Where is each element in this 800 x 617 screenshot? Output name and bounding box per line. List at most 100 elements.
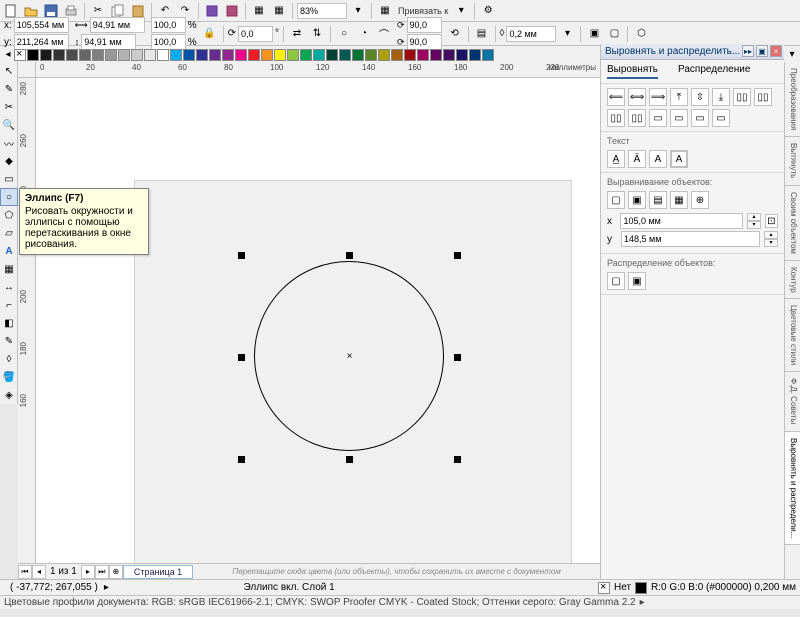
docker-tab[interactable]: Выровнять и распредели... [785, 432, 800, 545]
last-page-button[interactable]: ⏭ [95, 565, 109, 579]
color-swatch[interactable] [92, 49, 104, 61]
selection-handle-bl[interactable] [238, 456, 245, 463]
x-input[interactable] [14, 17, 69, 33]
outline-dropdown-icon[interactable]: ▾ [558, 25, 576, 43]
polygon-tool-icon[interactable]: ⬠ [0, 206, 18, 224]
align-y-input[interactable] [621, 231, 760, 247]
direction-icon[interactable]: ⟲ [446, 25, 464, 43]
snap-dropdown-icon[interactable]: ▾ [452, 2, 470, 20]
mirror-h-icon[interactable]: ⇄ [288, 25, 306, 43]
table-tool-icon[interactable]: ▦ [0, 260, 18, 278]
mirror-v-icon[interactable]: ⇅ [308, 25, 326, 43]
selection-handle-tc[interactable] [346, 252, 353, 259]
color-swatch[interactable] [313, 49, 325, 61]
text-top-button[interactable]: Ā [628, 150, 646, 168]
color-swatch[interactable] [456, 49, 468, 61]
align-to-grid-button[interactable]: ▦ [670, 191, 688, 209]
shape-tool-icon[interactable]: ✎ [0, 80, 18, 98]
align-bottom-button[interactable]: ⤓ [712, 88, 730, 106]
selection-center-icon[interactable]: × [345, 352, 354, 361]
to-front-icon[interactable]: ▣ [585, 25, 603, 43]
color-swatch[interactable] [131, 49, 143, 61]
dist-center-button[interactable]: ▯▯ [754, 88, 772, 106]
color-swatch[interactable] [183, 49, 195, 61]
color-swatch[interactable] [40, 49, 52, 61]
outline-width-input[interactable] [506, 26, 556, 42]
tab-align[interactable]: Выровнять [607, 64, 658, 79]
selection-handle-bc[interactable] [346, 456, 353, 463]
align-x-input[interactable] [620, 213, 743, 229]
options-icon[interactable]: ⚙ [479, 2, 497, 20]
profiles-flyout-icon[interactable]: ▸ [640, 597, 645, 608]
text-outline-button[interactable]: A [670, 150, 688, 168]
lock-xy-icon[interactable]: ⊡ [765, 214, 778, 228]
docker-collapse-icon[interactable]: ▸▸ [742, 45, 754, 57]
dist-page-button[interactable]: ▣ [628, 272, 646, 290]
align-to-page-button[interactable]: ▣ [628, 191, 646, 209]
zoom-input[interactable] [297, 3, 347, 19]
color-swatch[interactable] [404, 49, 416, 61]
color-swatch[interactable] [144, 49, 156, 61]
pick-tool-icon[interactable]: ↖ [0, 62, 18, 80]
color-swatch[interactable] [274, 49, 286, 61]
import-icon[interactable] [203, 2, 221, 20]
outline-tool-icon[interactable]: ◊ [0, 350, 18, 368]
align-left-button[interactable]: ⟸ [607, 88, 625, 106]
color-swatch[interactable] [417, 49, 429, 61]
color-swatch[interactable] [222, 49, 234, 61]
text-baseline-button[interactable]: A̲ [607, 150, 625, 168]
align-to-point-button[interactable]: ⊕ [691, 191, 709, 209]
color-swatch[interactable] [378, 49, 390, 61]
color-swatch[interactable] [170, 49, 182, 61]
ruler-origin[interactable] [18, 62, 36, 78]
spin-up-icon[interactable]: ▴ [764, 231, 778, 239]
docker-menu-icon[interactable]: ▣ [756, 45, 768, 57]
selection-handle-mr[interactable] [454, 354, 461, 361]
basic-shapes-icon[interactable]: ▱ [0, 224, 18, 242]
dist-top-button[interactable]: ▭ [649, 109, 667, 127]
selection-handle-br[interactable] [454, 456, 461, 463]
freehand-tool-icon[interactable]: 〰 [0, 134, 18, 152]
selection-handle-tr[interactable] [454, 252, 461, 259]
docker-tab[interactable]: Контур [785, 261, 800, 300]
color-swatch[interactable] [235, 49, 247, 61]
connector-tool-icon[interactable]: ⌐ [0, 296, 18, 314]
color-swatch[interactable] [53, 49, 65, 61]
fill-tool-icon[interactable]: 🪣 [0, 368, 18, 386]
to-back-icon[interactable]: ▢ [605, 25, 623, 43]
zoom-dropdown-icon[interactable]: ▾ [349, 2, 367, 20]
rectangle-tool-icon[interactable]: ▭ [0, 170, 18, 188]
docker-titlebar[interactable]: Выровнять и распределить... ▸▸ ▣ × [601, 44, 784, 60]
ellipse-mode-icon[interactable]: ○ [335, 25, 353, 43]
docker-tab[interactable]: Вытянуть [785, 137, 800, 185]
color-swatch[interactable] [118, 49, 130, 61]
color-swatch[interactable] [196, 49, 208, 61]
docker-tab[interactable]: Преобразования [785, 62, 800, 137]
dist-center-v-button[interactable]: ▭ [670, 109, 688, 127]
arc-mode-icon[interactable]: ⌒ [375, 25, 393, 43]
dist-selection-button[interactable]: ▢ [607, 272, 625, 290]
color-swatch[interactable] [482, 49, 494, 61]
color-swatch[interactable] [430, 49, 442, 61]
crop-tool-icon[interactable]: ✂ [0, 98, 18, 116]
align-top-button[interactable]: ⤒ [670, 88, 688, 106]
spin-up-icon[interactable]: ▴ [747, 213, 760, 221]
docker-tab[interactable]: Ф.Д. Советы [785, 372, 800, 431]
width-input[interactable] [90, 17, 145, 33]
ellipse-tool-icon[interactable]: ○ [0, 188, 18, 206]
color-swatch[interactable] [365, 49, 377, 61]
pie-mode-icon[interactable]: ◔ [355, 25, 373, 43]
lock-ratio-icon[interactable]: 🔒 [201, 25, 219, 43]
zoom-tool-icon[interactable]: 🔍 [0, 116, 18, 134]
dist-space-h-button[interactable]: ▯▯ [628, 109, 646, 127]
export-icon[interactable] [223, 2, 241, 20]
dist-right-button[interactable]: ▯▯ [607, 109, 625, 127]
text-center-button[interactable]: A [649, 150, 667, 168]
selection-handle-tl[interactable] [238, 252, 245, 259]
color-swatch[interactable] [339, 49, 351, 61]
docker-close-icon[interactable]: × [770, 45, 782, 57]
color-swatch[interactable] [300, 49, 312, 61]
tab-distribute[interactable]: Распределение [678, 64, 750, 79]
page-tab-1[interactable]: Страница 1 [123, 565, 193, 579]
dimension-tool-icon[interactable]: ↔ [0, 278, 18, 296]
